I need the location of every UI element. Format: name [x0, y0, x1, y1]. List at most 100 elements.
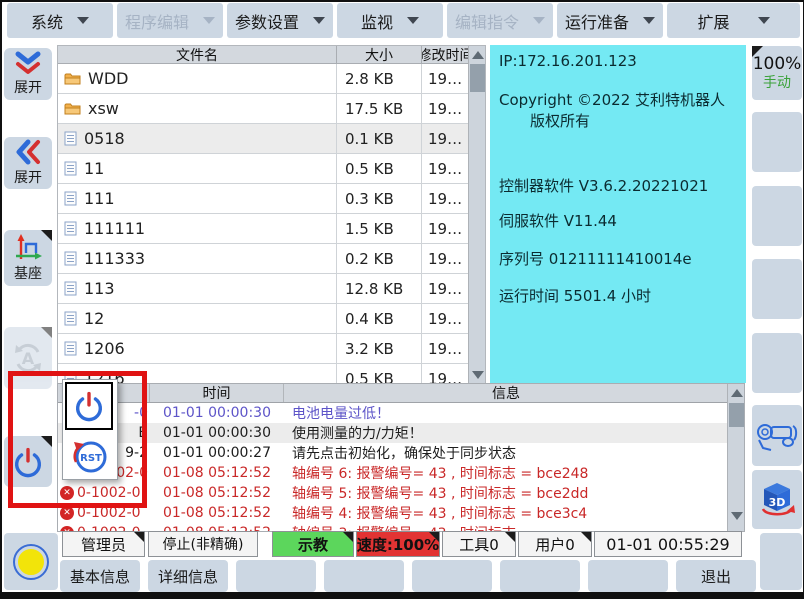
chevrons-left-icon: [14, 139, 42, 165]
log-time: 01-08 05:12:52: [150, 503, 284, 523]
log-message: 电池电量过低！: [284, 403, 728, 423]
toolbar-empty-button-1[interactable]: [752, 112, 802, 172]
menu-extend[interactable]: 扩展: [667, 3, 800, 38]
file-time: 19…: [421, 244, 469, 273]
file-size: 17.5 KB: [336, 94, 421, 123]
toolbar-empty-button-2[interactable]: [752, 186, 802, 246]
file-size: 0.5 KB: [336, 364, 421, 385]
log-scrollbar[interactable]: [727, 384, 745, 531]
file-row[interactable]: 113 12.8 KB 19…: [58, 274, 469, 304]
user-frame-field[interactable]: 用户0: [518, 531, 592, 557]
scroll-up-icon[interactable]: [472, 51, 484, 59]
file-row[interactable]: 1206 3.2 KB 19…: [58, 334, 469, 364]
file-row[interactable]: xsw 17.5 KB 19…: [58, 94, 469, 124]
file-row[interactable]: 1216 0.5 KB 19…: [58, 364, 469, 385]
file-row[interactable]: 111333 0.2 KB 19…: [58, 244, 469, 274]
speed-field[interactable]: 速度:100%: [356, 531, 440, 557]
teach-mode-field[interactable]: 示教: [272, 531, 354, 557]
svg-text:3D: 3D: [769, 496, 786, 509]
file-time: 19…: [421, 334, 469, 363]
file-icon: [64, 221, 77, 236]
file-name: 12: [84, 309, 104, 328]
scroll-down-icon[interactable]: [472, 371, 484, 379]
3d-view-button[interactable]: 3D: [752, 470, 802, 529]
tab-detail-info[interactable]: 详细信息: [148, 560, 228, 592]
menu-edit-command-label: 编辑指令: [455, 9, 519, 33]
joystick-icon: [755, 418, 799, 454]
expand-down-button[interactable]: 展开: [4, 48, 52, 100]
servo-power-button[interactable]: [4, 436, 52, 487]
log-message: 轴编号 5: 报警编号= 43 , 时间标志 = bce2dd: [284, 483, 728, 503]
tab-basic-info-label: 基本信息: [70, 566, 130, 587]
log-row[interactable]: 9-2 01-01 00:00:27 请先点击初始化，确保处于同步状态: [58, 443, 728, 463]
log-message: 轴编号 4: 报警编号= 43 , 时间标志 = bce3c4: [284, 503, 728, 523]
expand-left-button[interactable]: 展开: [4, 137, 52, 189]
log-row[interactable]: B 01-01 00:00:30 使用测量的力/力矩！: [58, 423, 728, 443]
scroll-up-icon[interactable]: [731, 389, 743, 397]
tab-empty-4[interactable]: [500, 560, 580, 592]
chevron-down-icon: [407, 17, 419, 24]
log-row[interactable]: ✕0-1002-0 01-08 05:12:52 轴编号 5: 报警编号= 43…: [58, 483, 728, 503]
file-size: 0.3 KB: [336, 184, 421, 213]
tab-empty-3[interactable]: [412, 560, 492, 592]
column-header-log-time[interactable]: 时间: [150, 384, 284, 402]
file-scrollbar[interactable]: [468, 46, 486, 384]
file-row[interactable]: WDD 2.8 KB 19…: [58, 64, 469, 94]
log-id: 0-1002-0: [77, 485, 141, 501]
corner-flag-icon: [581, 532, 591, 542]
menu-run-prepare[interactable]: 运行准备: [557, 3, 663, 38]
column-header-size[interactable]: 大小: [336, 46, 421, 63]
log-time: 01-01 00:00:27: [150, 443, 284, 463]
corner-flag-icon: [429, 532, 439, 542]
jog-pendant-button[interactable]: [752, 405, 802, 466]
toolbar-empty-button-4[interactable]: [752, 333, 802, 393]
serial-number: 序列号 01211111410014e: [499, 248, 692, 269]
tab-empty-5[interactable]: [588, 560, 668, 592]
toolbar-empty-button-3[interactable]: [752, 259, 802, 319]
file-time: 19…: [421, 94, 469, 123]
tab-basic-info[interactable]: 基本信息: [60, 560, 140, 592]
file-row[interactable]: 111111 1.5 KB 19…: [58, 214, 469, 244]
column-header-filename[interactable]: 文件名: [58, 46, 336, 63]
corner-flag-icon: [505, 532, 515, 542]
file-name: 0518: [84, 129, 125, 148]
exit-button[interactable]: 退出: [676, 560, 756, 592]
log-table-header: 编号 时间 信息: [58, 384, 728, 403]
base-frame-button[interactable]: 基座: [4, 230, 52, 286]
menu-system[interactable]: 系统: [7, 3, 113, 38]
tab-empty-2[interactable]: [324, 560, 404, 592]
speed-mode-button[interactable]: 100% 手动: [752, 46, 802, 100]
menu-monitor-label: 监视: [361, 9, 393, 33]
chevron-down-icon: [643, 17, 655, 24]
user-role-field[interactable]: 管理员: [62, 531, 145, 557]
log-row[interactable]: 02-0 01-08 05:12:52 轴编号 6: 报警编号= 43 , 时间…: [58, 463, 728, 483]
scrollbar-thumb[interactable]: [729, 403, 744, 427]
toolbar-empty-button-5[interactable]: [760, 533, 802, 590]
file-table-header: 文件名 大小 修改时间: [58, 46, 485, 64]
power-on-button[interactable]: [65, 382, 113, 430]
menu-parameter-settings[interactable]: 参数设置: [227, 3, 333, 38]
status-indicator-button[interactable]: [4, 533, 58, 590]
file-row[interactable]: 0518 0.1 KB 19…: [58, 124, 469, 154]
runtime-hours: 运行时间 5501.4 小时: [499, 285, 651, 306]
column-header-log-message[interactable]: 信息: [284, 384, 728, 402]
column-header-modified[interactable]: 修改时间: [421, 46, 469, 63]
file-row[interactable]: 111 0.3 KB 19…: [58, 184, 469, 214]
scroll-down-icon[interactable]: [731, 512, 743, 520]
user-frame-label: 用户0: [535, 534, 575, 555]
speed-percent-label: 100%: [753, 55, 802, 75]
file-name: 111333: [84, 249, 145, 268]
scrollbar-thumb[interactable]: [470, 64, 485, 92]
log-row[interactable]: -0 01-01 00:00:30 电池电量过低！: [58, 403, 728, 423]
folder-icon: [64, 72, 81, 85]
corner-flag-icon: [41, 327, 52, 338]
file-row[interactable]: 11 0.5 KB 19…: [58, 154, 469, 184]
file-row[interactable]: 12 0.4 KB 19…: [58, 304, 469, 334]
file-size: 2.8 KB: [336, 64, 421, 93]
reset-button[interactable]: RST: [70, 436, 110, 476]
log-row[interactable]: ✕0-1002-0 01-08 05:12:52 轴编号 4: 报警编号= 43…: [58, 503, 728, 523]
log-time: 01-01 00:00:30: [150, 423, 284, 443]
tool-frame-field[interactable]: 工具0: [442, 531, 516, 557]
tab-empty-1[interactable]: [236, 560, 316, 592]
menu-monitor[interactable]: 监视: [337, 3, 443, 38]
